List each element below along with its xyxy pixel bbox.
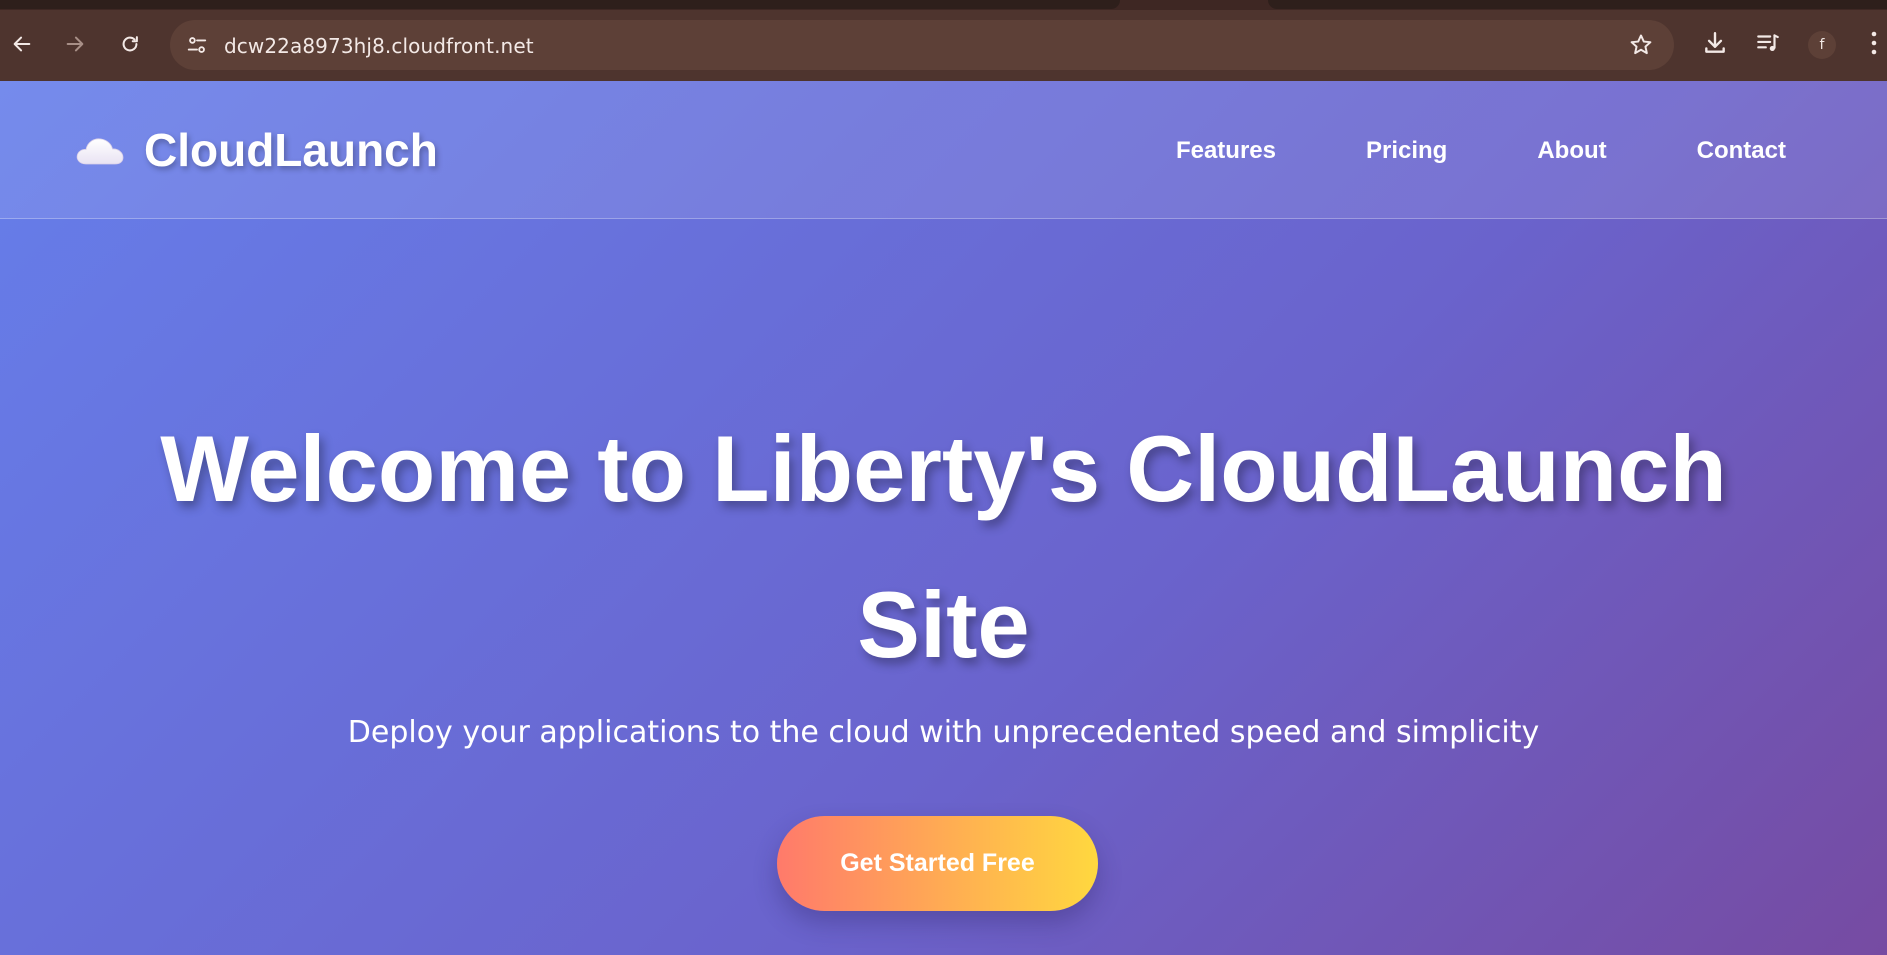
hero-section: Welcome to Liberty's CloudLaunch Site De…	[0, 219, 1887, 911]
tab-inactive-right[interactable]	[1268, 0, 1887, 9]
reload-icon	[122, 36, 138, 52]
site-header: CloudLaunch Features Pricing About Conta…	[0, 81, 1887, 219]
media-queue-icon	[1757, 34, 1779, 52]
cloud-icon	[76, 138, 124, 165]
browser-toolbar: dcw22a8973hj8.cloudfront.net f	[0, 0, 1887, 81]
star-icon[interactable]	[1628, 32, 1654, 58]
back-button[interactable]	[4, 26, 40, 62]
back-arrow-icon	[13, 36, 31, 52]
page-content: CloudLaunch Features Pricing About Conta…	[0, 81, 1887, 955]
downloads-button[interactable]	[1699, 27, 1731, 59]
url-text[interactable]: dcw22a8973hj8.cloudfront.net	[224, 34, 534, 58]
nav-link-pricing[interactable]: Pricing	[1366, 137, 1447, 165]
main-nav: Features Pricing About Contact	[1176, 137, 1786, 165]
tab-strip	[0, 0, 1887, 10]
kebab-menu-icon	[1871, 31, 1877, 55]
download-icon	[1705, 32, 1725, 53]
site-logo[interactable]: CloudLaunch	[74, 123, 438, 177]
media-controls-button[interactable]	[1752, 27, 1784, 59]
hero-title: Welcome to Liberty's CloudLaunch Site	[160, 416, 1727, 677]
address-bar[interactable]: dcw22a8973hj8.cloudfront.net	[170, 20, 1674, 70]
hero-subtitle: Deploy your applications to the cloud wi…	[347, 715, 1540, 750]
get-started-button[interactable]: Get Started Free	[777, 816, 1098, 911]
site-name: CloudLaunch	[144, 124, 438, 176]
browser-menu-button[interactable]	[1862, 27, 1886, 59]
tab-inactive-left[interactable]	[0, 0, 1120, 9]
reload-button[interactable]	[112, 26, 148, 62]
profile-avatar[interactable]: f	[1808, 31, 1836, 59]
forward-button[interactable]	[57, 26, 93, 62]
nav-link-contact[interactable]: Contact	[1697, 137, 1786, 165]
nav-link-about[interactable]: About	[1537, 137, 1606, 165]
site-settings-icon	[187, 37, 207, 53]
nav-link-features[interactable]: Features	[1176, 137, 1276, 165]
forward-arrow-icon	[66, 36, 84, 52]
site-info-button[interactable]	[182, 30, 212, 60]
